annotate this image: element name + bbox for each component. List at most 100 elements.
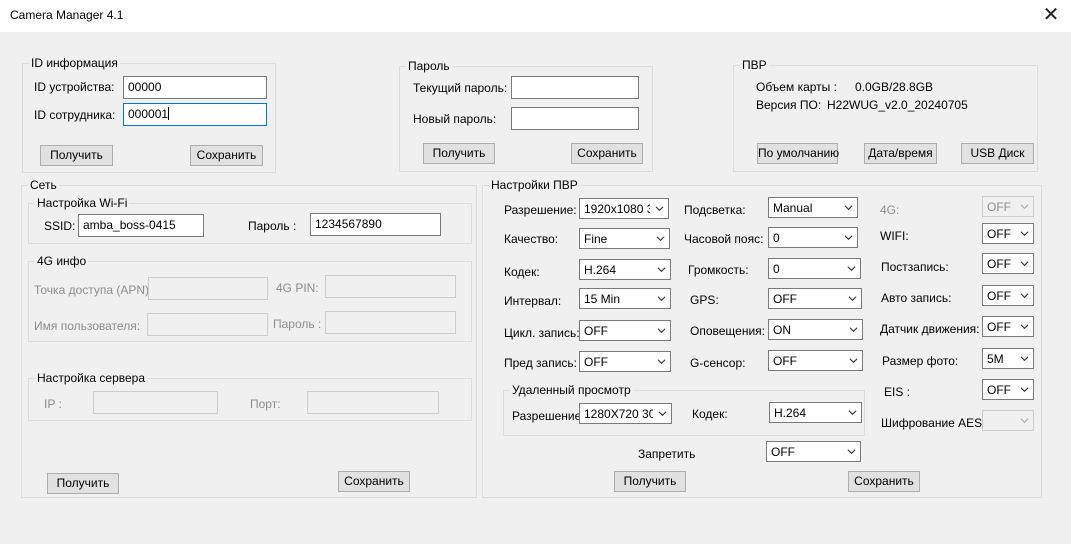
volume-value: 0 [773,262,780,276]
gsensor-value: OFF [773,354,797,368]
chevron-down-icon [657,359,666,365]
backlight-label: Подсветка: [684,203,746,217]
postrecording-select[interactable]: OFF [982,253,1034,274]
id-save-button[interactable]: Сохранить [190,145,263,166]
remote-view-legend: Удаленный просмотр [510,383,633,397]
backlight-value: Manual [773,201,813,215]
chevron-down-icon [656,236,665,242]
default-button[interactable]: По умолчанию [757,143,839,164]
photo-size-select[interactable]: 5M [982,348,1034,369]
timezone-value: 0 [773,231,780,245]
datetime-button[interactable]: Дата/время [864,143,937,164]
photo-size-value: 5M [987,352,1004,366]
chevron-down-icon [1020,261,1029,267]
autorecording-select[interactable]: OFF [982,285,1034,306]
backlight-select[interactable]: Manual [768,197,858,218]
gsensor-select[interactable]: OFF [768,350,863,371]
forbid-select[interactable]: OFF [766,441,861,462]
quality-value: Fine [584,232,608,246]
pvr-settings-legend: Настройки ПВР [489,178,580,192]
chevron-down-icon [658,411,667,417]
pvr-settings-save-button[interactable]: Сохранить [848,471,920,492]
4g-label: 4G: [880,203,900,217]
autorecording-value: OFF [987,289,1011,303]
server-ip-input[interactable] [93,391,218,414]
gps-select[interactable]: OFF [768,288,862,309]
chevron-down-icon [849,327,858,333]
lte-user-label: Имя пользователя: [34,319,141,333]
chevron-down-icon [848,410,857,416]
codec-label: Кодек: [504,265,540,279]
server-ip-label: IP : [44,397,62,411]
remote-codec-label: Кодек: [692,407,728,421]
loop-recording-select[interactable]: OFF [579,320,671,341]
pin-input[interactable] [325,275,456,298]
network-save-button[interactable]: Сохранить [338,471,410,492]
chevron-down-icon [848,296,857,302]
chevron-down-icon [844,235,853,241]
motion-sensor-select[interactable]: OFF [982,316,1034,337]
aes-encryption-select[interactable] [982,410,1034,431]
chevron-down-icon [849,358,858,364]
eis-label: EIS : [884,385,911,399]
chevron-down-icon [655,206,664,212]
4g-value: OFF [987,200,1011,214]
prerecording-label: Пред запись: [504,356,578,370]
chevron-down-icon [1020,324,1029,330]
notifications-value: ON [773,323,791,337]
chevron-down-icon [847,449,856,455]
server-port-input[interactable] [307,391,439,414]
motion-sensor-value: OFF [987,320,1011,334]
notifications-select[interactable]: ON [768,319,863,340]
device-id-label: ID устройства: [34,80,115,94]
resolution-label: Разрешение: [504,203,577,217]
firmware-value: H22WUG_v2.0_20240705 [827,98,968,112]
apn-input[interactable] [148,277,268,300]
title-bar: Camera Manager 4.1 ✕ [0,0,1071,32]
chevron-down-icon [1020,418,1029,424]
volume-select[interactable]: 0 [768,258,861,279]
remote-codec-select[interactable]: H.264 [769,402,862,423]
interval-select[interactable]: 15 Min [579,288,671,309]
chevron-down-icon [844,205,853,211]
usb-disk-button[interactable]: USB Диск [961,143,1034,164]
wifi-password-input[interactable]: 1234567890 [310,213,441,236]
eis-select[interactable]: OFF [982,379,1034,400]
ssid-label: SSID: [44,219,76,233]
autorecording-label: Авто запись: [881,291,952,305]
network-get-button[interactable]: Получить [47,473,119,494]
chevron-down-icon [657,267,666,273]
close-icon[interactable]: ✕ [1037,2,1065,28]
window-title: Camera Manager 4.1 [10,8,124,22]
id-get-button[interactable]: Получить [40,145,113,166]
chevron-down-icon [1020,231,1029,237]
wifi-toggle-select[interactable]: OFF [982,223,1034,244]
volume-label: Громкость: [688,263,749,277]
device-id-input[interactable]: 00000 [123,76,267,99]
timezone-label: Часовой пояс: [684,232,764,246]
lte-user-input[interactable] [147,313,268,336]
network-legend: Сеть [28,178,59,192]
codec-select[interactable]: H.264 [579,259,671,280]
wifi-toggle-value: OFF [987,227,1011,241]
4g-select[interactable]: OFF [982,196,1034,217]
device-id-value: 00000 [128,80,162,94]
quality-select[interactable]: Fine [579,228,670,249]
resolution-select[interactable]: 1920x1080 30 [579,198,669,219]
employee-id-input[interactable]: 000001 [123,103,267,126]
lte-password-input[interactable] [325,311,456,334]
eis-value: OFF [987,383,1011,397]
chevron-down-icon [657,328,666,334]
pvr-settings-get-button[interactable]: Получить [614,471,686,492]
ssid-input[interactable]: amba_boss-0415 [78,214,204,237]
new-password-input[interactable] [511,107,639,130]
prerecording-select[interactable]: OFF [579,351,671,372]
remote-resolution-value: 1280X720 30F [584,407,653,421]
password-save-button[interactable]: Сохранить [571,143,643,164]
remote-resolution-select[interactable]: 1280X720 30F [579,403,672,424]
notifications-label: Оповещения: [690,324,765,338]
current-password-input[interactable] [511,76,639,99]
timezone-select[interactable]: 0 [768,227,858,248]
password-get-button[interactable]: Получить [423,143,495,164]
pvr-info-legend: ПВР [740,58,769,72]
